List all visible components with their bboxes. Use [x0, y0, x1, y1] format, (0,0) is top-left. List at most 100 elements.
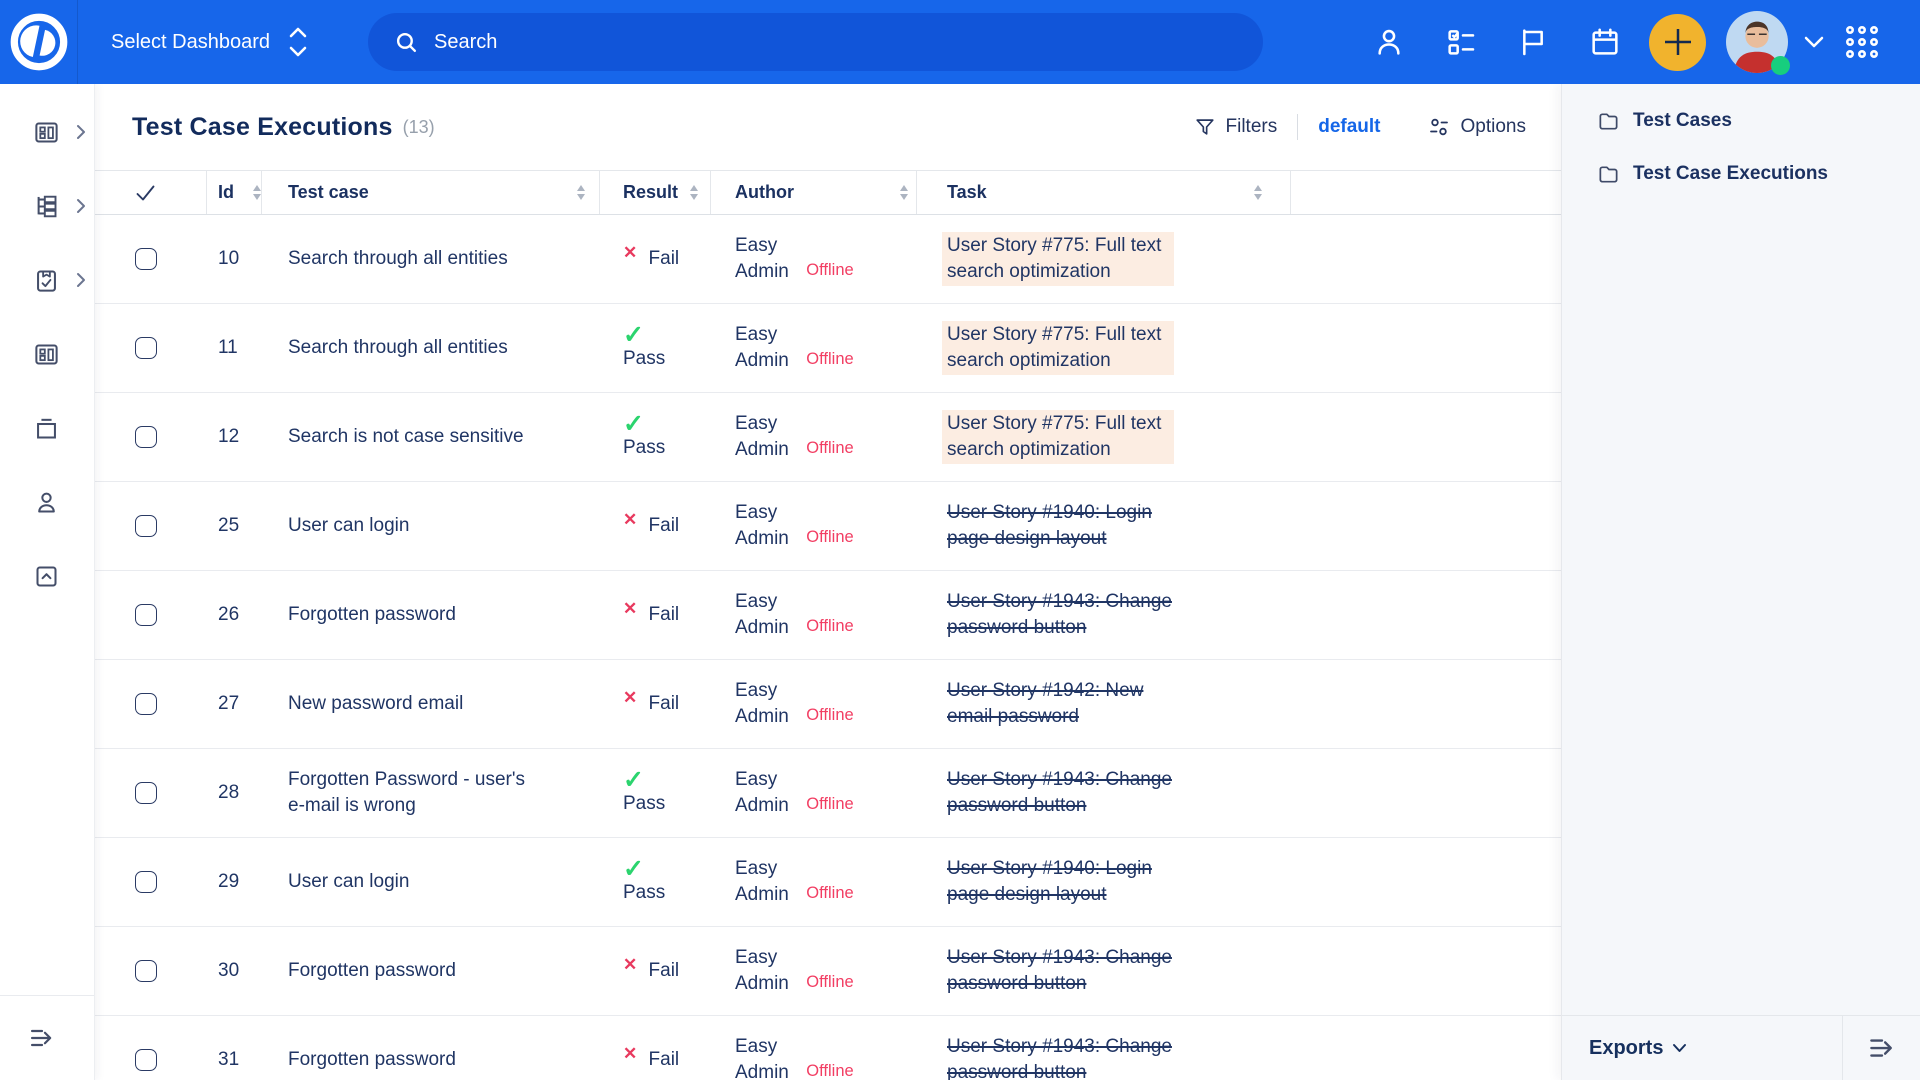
test-case-link[interactable]: Search is not case sensitive	[288, 424, 524, 450]
table-row[interactable]: 31 Forgotten password ✕ Fail Easy Admin …	[95, 1016, 1561, 1080]
author-link[interactable]: Easy Admin	[735, 856, 801, 908]
test-case-link[interactable]: Forgotten Password - user's e-mail is wr…	[288, 767, 530, 819]
person-icon	[1373, 26, 1405, 58]
panel-item-label: Test Cases	[1633, 110, 1732, 132]
filters-button[interactable]: Filters	[1194, 116, 1278, 138]
header-select-all[interactable]	[95, 171, 207, 214]
user-menu-chevron[interactable]	[1804, 36, 1824, 48]
result-icon: ✓	[623, 858, 665, 880]
sort-icon[interactable]	[690, 185, 698, 200]
author-link[interactable]: Easy Admin	[735, 945, 801, 997]
test-case-link[interactable]: Forgotten password	[288, 958, 456, 984]
task-link[interactable]: User Story #1940: Login page design layo…	[947, 856, 1179, 908]
row-checkbox[interactable]	[135, 337, 157, 359]
app-logo[interactable]	[0, 0, 78, 84]
author-link[interactable]: Easy Admin	[735, 767, 801, 819]
task-link[interactable]: User Story #1943: Change password button	[947, 1034, 1179, 1080]
row-checkbox[interactable]	[135, 515, 157, 537]
sort-icon[interactable]	[900, 185, 908, 200]
calendar-button[interactable]	[1569, 13, 1641, 71]
row-checkbox[interactable]	[135, 1049, 157, 1071]
row-checkbox[interactable]	[135, 693, 157, 715]
quick-add-button[interactable]	[1649, 14, 1706, 71]
presence-badge: Offline	[806, 1058, 853, 1080]
row-checkbox[interactable]	[135, 426, 157, 448]
table-row[interactable]: 28 Forgotten Password - user's e-mail is…	[95, 749, 1561, 838]
result-cell: ✕ Fail	[600, 215, 711, 303]
sidebar-item-project-tree[interactable]	[0, 169, 94, 243]
row-checkbox[interactable]	[135, 248, 157, 270]
options-button[interactable]: Options	[1427, 115, 1526, 139]
task-link[interactable]: User Story #775: Full text search optimi…	[942, 410, 1174, 464]
column-header-author[interactable]: Author	[711, 171, 917, 214]
table-row[interactable]: 27 New password email ✕ Fail Easy Admin …	[95, 660, 1561, 749]
author-link[interactable]: Easy Admin	[735, 411, 801, 463]
sidebar-item-dashboards[interactable]	[0, 95, 94, 169]
table-row[interactable]: 11 Search through all entities ✓ Pass Ea…	[95, 304, 1561, 393]
table-row[interactable]: 12 Search is not case sensitive ✓ Pass E…	[95, 393, 1561, 482]
sort-icon[interactable]	[1254, 185, 1262, 200]
sidebar-expand-button[interactable]	[27, 1024, 57, 1052]
column-header-task[interactable]: Task	[917, 171, 1291, 214]
task-link[interactable]: User Story #1940: Login page design layo…	[947, 500, 1179, 552]
test-case-link[interactable]: Forgotten password	[288, 1047, 456, 1073]
sort-icon[interactable]	[577, 185, 585, 200]
task-link[interactable]: User Story #1943: Change password button	[947, 945, 1179, 997]
presence-badge: Offline	[806, 346, 853, 374]
row-checkbox[interactable]	[135, 960, 157, 982]
row-checkbox[interactable]	[135, 782, 157, 804]
author-link[interactable]: Easy Admin	[735, 322, 801, 374]
author-link[interactable]: Easy Admin	[735, 678, 801, 730]
row-checkbox[interactable]	[135, 871, 157, 893]
test-case-link[interactable]: User can login	[288, 869, 409, 895]
table-row[interactable]: 10 Search through all entities ✕ Fail Ea…	[95, 215, 1561, 304]
table-row[interactable]: 30 Forgotten password ✕ Fail Easy Admin …	[95, 927, 1561, 1016]
flags-button[interactable]	[1497, 13, 1569, 71]
search-input[interactable]: Search	[368, 13, 1263, 71]
exports-button[interactable]: Exports	[1562, 1016, 1842, 1080]
apps-menu-button[interactable]	[1834, 13, 1890, 71]
sidebar-item-upload[interactable]	[0, 539, 94, 613]
tasks-button[interactable]	[1425, 13, 1497, 71]
result-icon: ✕	[623, 243, 637, 262]
presence-badge: Offline	[806, 524, 853, 552]
column-header-result[interactable]: Result	[600, 171, 711, 214]
panel-item-test-cases[interactable]: Test Cases	[1562, 98, 1920, 144]
panel-item-label: Test Case Executions	[1633, 163, 1828, 185]
dashboard-selector[interactable]: Select Dashboard	[111, 25, 308, 59]
profile-button[interactable]	[1353, 13, 1425, 71]
column-header-id[interactable]: Id	[207, 171, 262, 214]
task-link[interactable]: User Story #775: Full text search optimi…	[942, 321, 1174, 375]
task-link[interactable]: User Story #1942: New email password	[947, 678, 1179, 730]
filter-preset-link[interactable]: default	[1318, 116, 1380, 138]
result-icon: ✕	[623, 1044, 637, 1063]
panel-collapse-button[interactable]	[1842, 1016, 1920, 1080]
table-row[interactable]: 25 User can login ✕ Fail Easy Admin Offl…	[95, 482, 1561, 571]
sort-icon[interactable]	[253, 185, 261, 200]
test-case-link[interactable]: Search through all entities	[288, 246, 508, 272]
author-link[interactable]: Easy Admin	[735, 500, 801, 552]
task-link[interactable]: User Story #775: Full text search optimi…	[942, 232, 1174, 286]
column-header-test-case[interactable]: Test case	[262, 171, 600, 214]
table-row[interactable]: 26 Forgotten password ✕ Fail Easy Admin …	[95, 571, 1561, 660]
author-link[interactable]: Easy Admin	[735, 589, 801, 641]
test-case-link[interactable]: Search through all entities	[288, 335, 508, 361]
user-avatar[interactable]	[1726, 11, 1788, 73]
sidebar-item-users[interactable]	[0, 465, 94, 539]
test-case-link[interactable]: New password email	[288, 691, 463, 717]
task-link[interactable]: User Story #1943: Change password button	[947, 589, 1179, 641]
sidebar-item-test-plans[interactable]	[0, 243, 94, 317]
row-checkbox[interactable]	[135, 604, 157, 626]
sidebar-item-archive[interactable]	[0, 391, 94, 465]
author-link[interactable]: Easy Admin	[735, 1034, 801, 1080]
row-id: 26	[218, 602, 239, 628]
author-link[interactable]: Easy Admin	[735, 233, 801, 285]
presence-badge: Offline	[806, 791, 853, 819]
presence-badge: Offline	[806, 880, 853, 908]
table-row[interactable]: 29 User can login ✓ Pass Easy Admin Offl…	[95, 838, 1561, 927]
panel-item-test-case-executions[interactable]: Test Case Executions	[1562, 151, 1920, 197]
sidebar-item-boards[interactable]	[0, 317, 94, 391]
test-case-link[interactable]: Forgotten password	[288, 602, 456, 628]
test-case-link[interactable]: User can login	[288, 513, 409, 539]
task-link[interactable]: User Story #1943: Change password button	[947, 767, 1179, 819]
